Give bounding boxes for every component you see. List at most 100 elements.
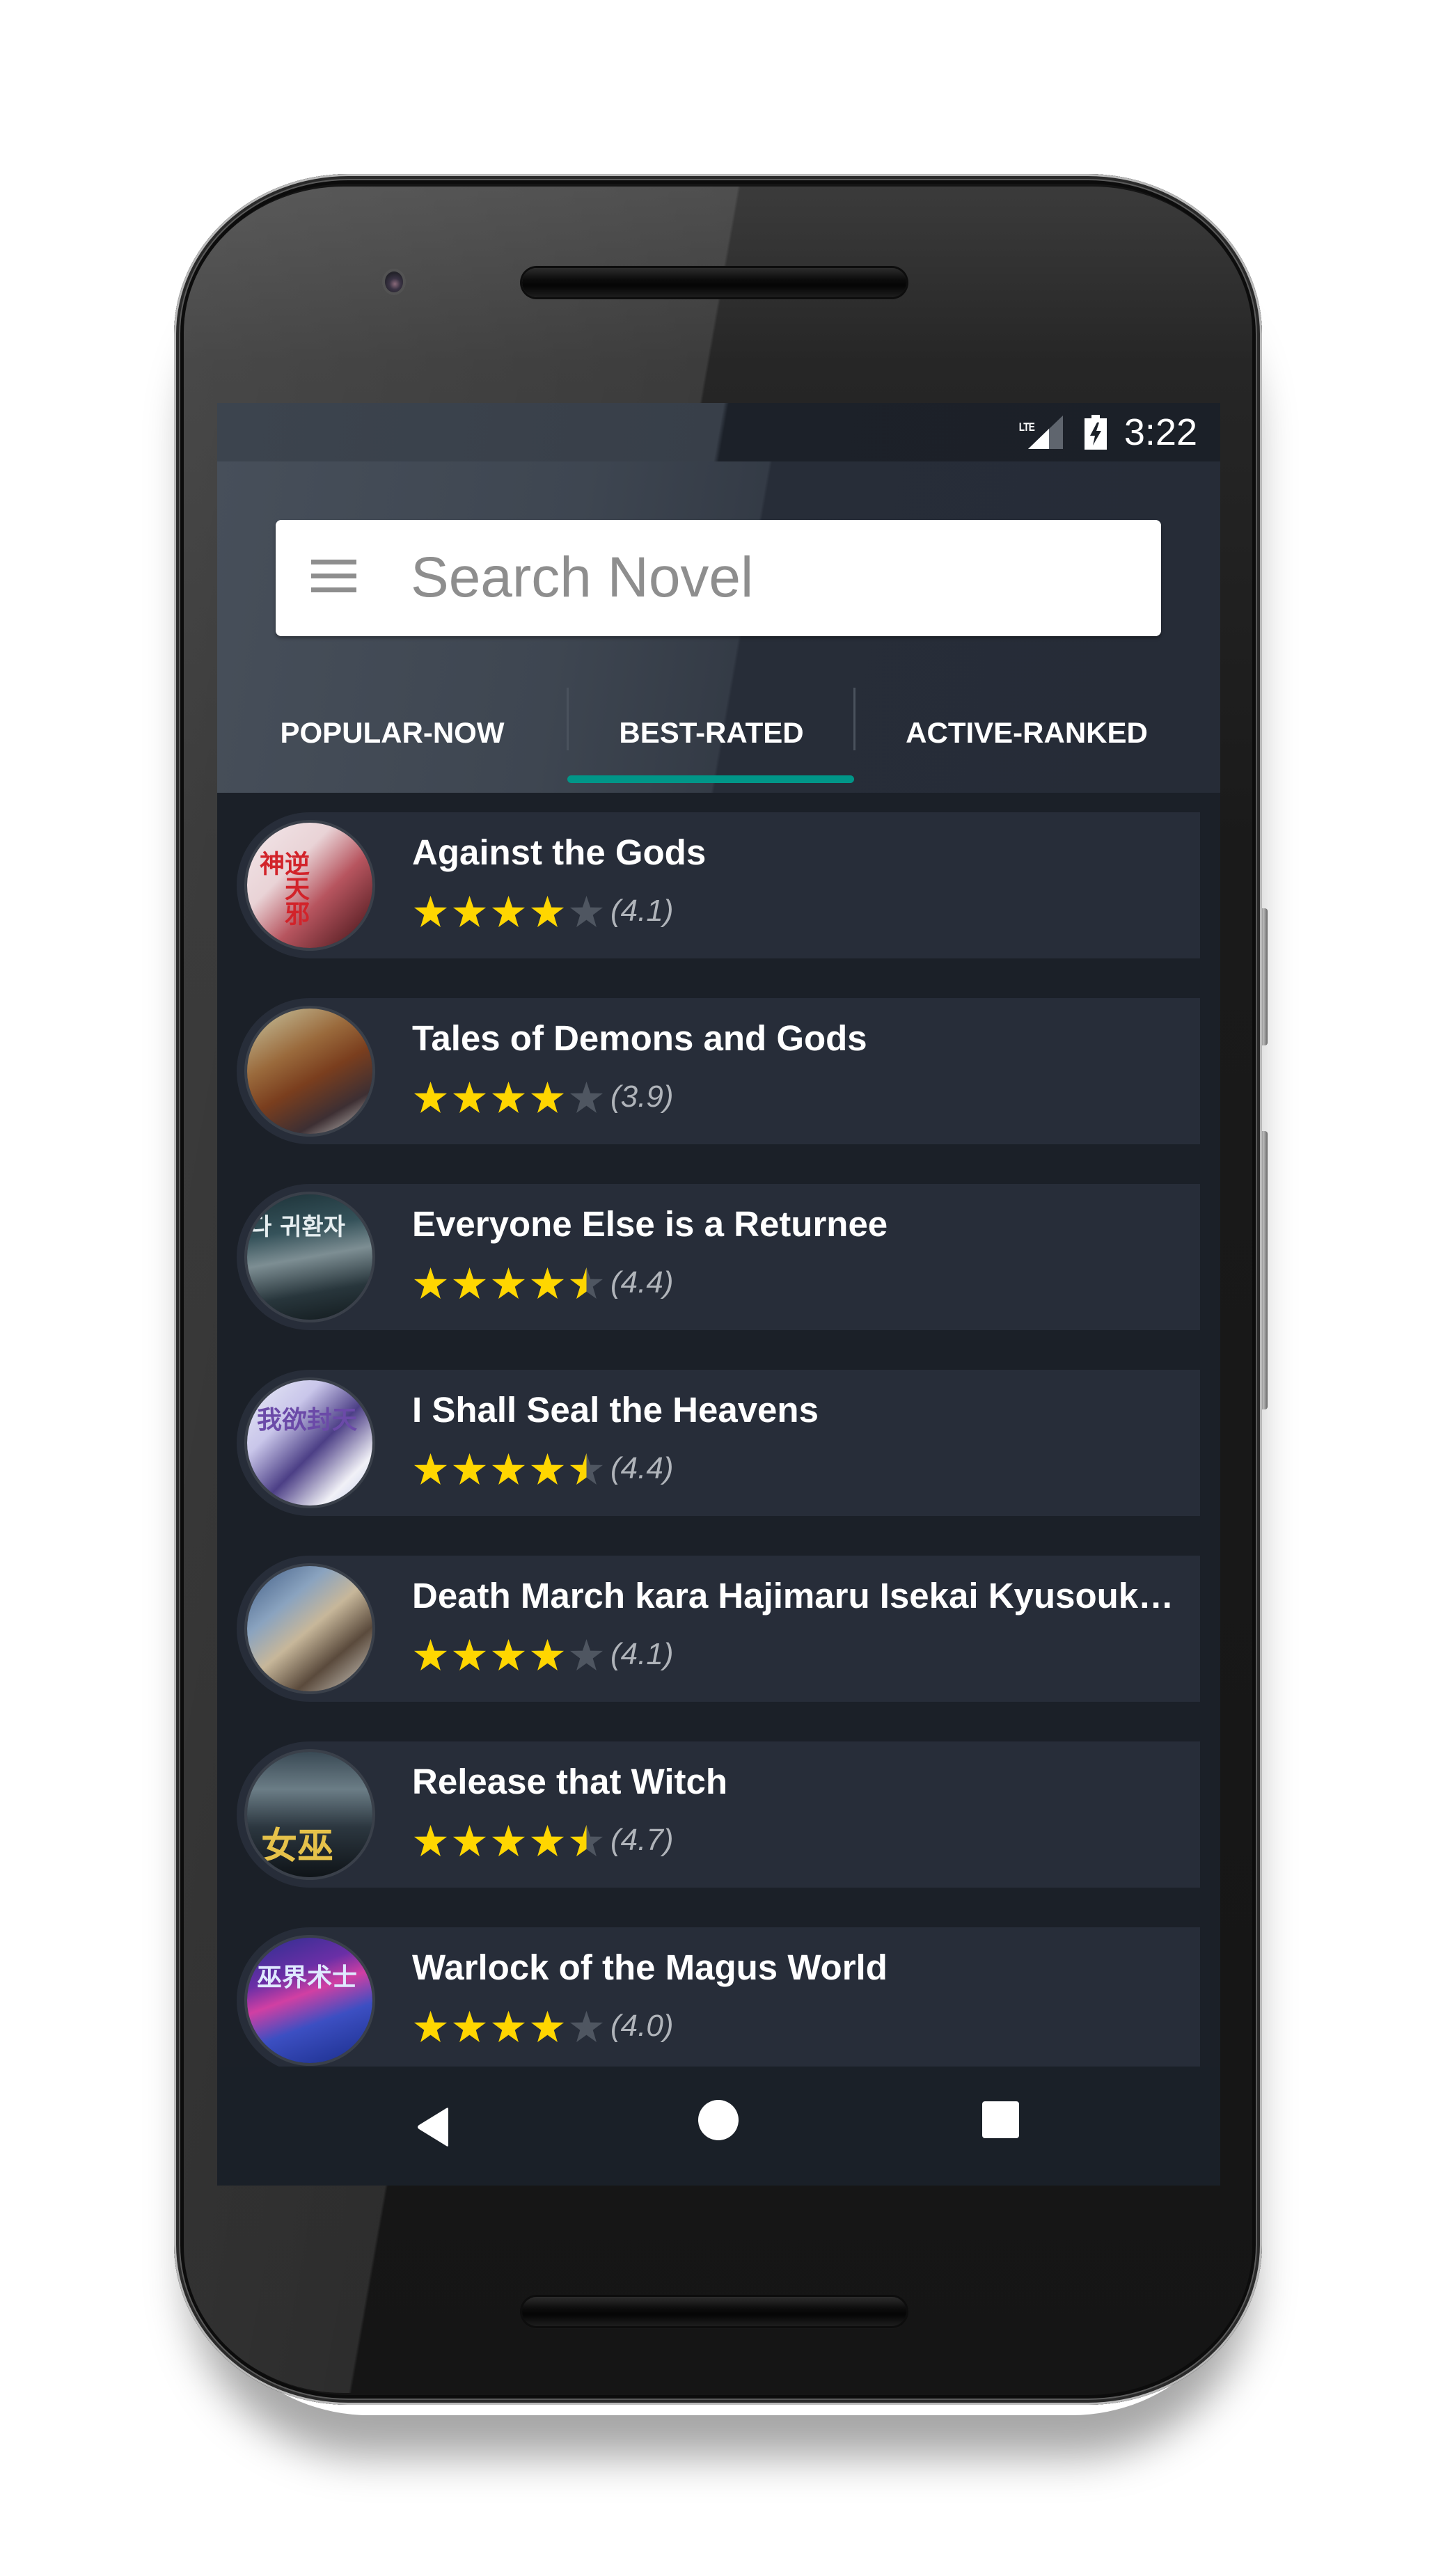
novel-cover-image: 女巫 bbox=[247, 1752, 372, 1877]
tab-label: ACTIVE-RANKED bbox=[906, 716, 1148, 749]
star-filled-icon bbox=[453, 1638, 486, 1670]
star-rating: (4.0) bbox=[414, 2009, 673, 2043]
star-filled-icon bbox=[492, 1081, 525, 1113]
novel-list-item[interactable]: 我欲封天 I Shall Seal the Heavens (4.4) bbox=[237, 1370, 1200, 1516]
star-filled-icon bbox=[531, 1453, 564, 1485]
novel-list-item[interactable]: 巫界术士 Warlock of the Magus World (4.0) bbox=[237, 1927, 1200, 2073]
status-icons: LTE 3:22 bbox=[1019, 411, 1197, 453]
battery-charging-icon bbox=[1084, 415, 1107, 450]
back-triangle-icon[interactable] bbox=[415, 2107, 455, 2147]
star-filled-icon bbox=[414, 2010, 447, 2042]
star-filled-icon bbox=[492, 1638, 525, 1670]
star-filled-icon bbox=[453, 2010, 486, 2042]
recents-square-icon[interactable] bbox=[982, 2101, 1019, 2138]
star-filled-icon bbox=[414, 895, 447, 927]
star-filled-icon bbox=[492, 895, 525, 927]
signal-icon: LTE bbox=[1019, 416, 1063, 449]
novel-list-item[interactable]: Tales of Demons and Gods (3.9) bbox=[237, 998, 1200, 1144]
star-rating: (4.1) bbox=[414, 1637, 674, 1671]
novel-cover-image: 我欲封天 bbox=[247, 1380, 372, 1506]
star-filled-icon bbox=[414, 1638, 447, 1670]
star-filled-icon bbox=[414, 1453, 447, 1485]
star-filled-icon bbox=[453, 895, 486, 927]
star-rating: (3.9) bbox=[414, 1080, 673, 1114]
cover-title-glyphs: 我欲封天 bbox=[257, 1406, 358, 1435]
novel-list-item[interactable]: 逆天邪神 Against the Gods (4.1) bbox=[237, 812, 1200, 958]
novel-list[interactable]: 逆天邪神 Against the Gods (4.1) Tales of Demons… bbox=[217, 793, 1220, 2186]
novel-title: Warlock of the Magus World bbox=[412, 1947, 888, 1987]
star-filled-icon bbox=[453, 1267, 486, 1299]
rating-value: (4.1) bbox=[610, 894, 674, 928]
novel-list-item[interactable]: Death March kara Hajimaru Isekai Kyusouk… bbox=[237, 1556, 1200, 1702]
star-filled-icon bbox=[531, 1267, 564, 1299]
star-filled-icon bbox=[453, 1453, 486, 1485]
tab-best-rated[interactable]: BEST-RATED bbox=[569, 684, 854, 782]
star-filled-icon bbox=[531, 2010, 564, 2042]
rating-value: (4.4) bbox=[610, 1451, 674, 1485]
star-half-icon bbox=[570, 1453, 603, 1485]
novel-title: Everyone Else is a Returnee bbox=[412, 1204, 888, 1244]
star-rating: (4.1) bbox=[414, 894, 673, 928]
rating-value: (3.9) bbox=[610, 1080, 674, 1114]
tab-label: BEST-RATED bbox=[619, 716, 804, 749]
star-filled-icon bbox=[492, 2010, 525, 2042]
status-bar: LTE 3:22 bbox=[217, 403, 1220, 461]
novel-list-item[interactable]: 다 귀환자 Everyone Else is a Returnee (4.4) bbox=[237, 1184, 1200, 1330]
star-filled-icon bbox=[414, 1267, 447, 1299]
tab-popular-now[interactable]: POPULAR-NOW bbox=[217, 684, 567, 782]
cover-title-glyphs: 다 귀환자 bbox=[250, 1213, 345, 1241]
rating-value: (4.4) bbox=[610, 1265, 674, 1299]
novel-title: Release that Witch bbox=[412, 1762, 727, 1801]
star-filled-icon bbox=[531, 895, 564, 927]
star-filled-icon bbox=[531, 1638, 564, 1670]
rating-value: (4.7) bbox=[610, 1823, 674, 1857]
tab-active-ranked[interactable]: ACTIVE-RANKED bbox=[855, 684, 1198, 782]
app-screen: LTE 3:22 POPULA bbox=[217, 403, 1220, 2186]
novel-cover-image bbox=[247, 1009, 372, 1134]
star-filled-icon bbox=[531, 1081, 564, 1113]
star-half-icon bbox=[570, 1824, 603, 1856]
rating-value: (4.0) bbox=[610, 2009, 674, 2043]
cover-title-glyphs: 巫界术士 bbox=[257, 1963, 358, 1992]
navigation-bar bbox=[217, 2067, 1220, 2186]
cover-title-glyphs: 逆天邪神 bbox=[255, 851, 309, 926]
star-filled-icon bbox=[453, 1824, 486, 1856]
clock-time: 3:22 bbox=[1123, 411, 1197, 453]
star-filled-icon bbox=[492, 1267, 525, 1299]
app-header: POPULAR-NOW BEST-RATED ACTIVE-RANKED bbox=[217, 461, 1220, 793]
star-empty-icon bbox=[570, 2010, 603, 2042]
novel-cover-image: 다 귀환자 bbox=[247, 1194, 372, 1320]
star-half-icon bbox=[570, 1267, 603, 1299]
home-circle-icon[interactable] bbox=[698, 2100, 739, 2140]
novel-title: Death March kara Hajimaru Isekai Kyusouk… bbox=[412, 1576, 1178, 1615]
star-rating: (4.7) bbox=[414, 1823, 674, 1857]
novel-title: I Shall Seal the Heavens bbox=[412, 1390, 819, 1430]
star-filled-icon bbox=[492, 1453, 525, 1485]
top-speaker-grille bbox=[522, 268, 906, 297]
star-rating: (4.4) bbox=[414, 1451, 674, 1485]
star-filled-icon bbox=[531, 1824, 564, 1856]
bottom-speaker-grille bbox=[522, 2297, 906, 2326]
search-bar bbox=[276, 520, 1161, 636]
star-empty-icon bbox=[570, 1638, 603, 1670]
star-empty-icon bbox=[570, 1081, 603, 1113]
star-filled-icon bbox=[453, 1081, 486, 1113]
novel-cover-image: 逆天邪神 bbox=[247, 823, 372, 948]
rating-value: (4.1) bbox=[610, 1637, 674, 1671]
star-filled-icon bbox=[492, 1824, 525, 1856]
star-filled-icon bbox=[414, 1824, 447, 1856]
front-camera bbox=[385, 271, 403, 292]
novel-cover-image: 巫界术士 bbox=[247, 1938, 372, 2063]
novel-list-item[interactable]: 女巫 Release that Witch (4.7) bbox=[237, 1741, 1200, 1888]
active-tab-indicator bbox=[567, 775, 854, 783]
search-input[interactable] bbox=[411, 539, 1135, 616]
cover-title-glyphs: 女巫 bbox=[261, 1826, 334, 1867]
tab-label: POPULAR-NOW bbox=[280, 716, 505, 749]
novel-cover-image bbox=[247, 1566, 372, 1691]
novel-title: Against the Gods bbox=[412, 832, 707, 872]
star-filled-icon bbox=[414, 1081, 447, 1113]
hamburger-menu-icon[interactable] bbox=[311, 560, 356, 592]
star-rating: (4.4) bbox=[414, 1265, 674, 1299]
star-empty-icon bbox=[570, 895, 603, 927]
novel-title: Tales of Demons and Gods bbox=[412, 1018, 867, 1058]
